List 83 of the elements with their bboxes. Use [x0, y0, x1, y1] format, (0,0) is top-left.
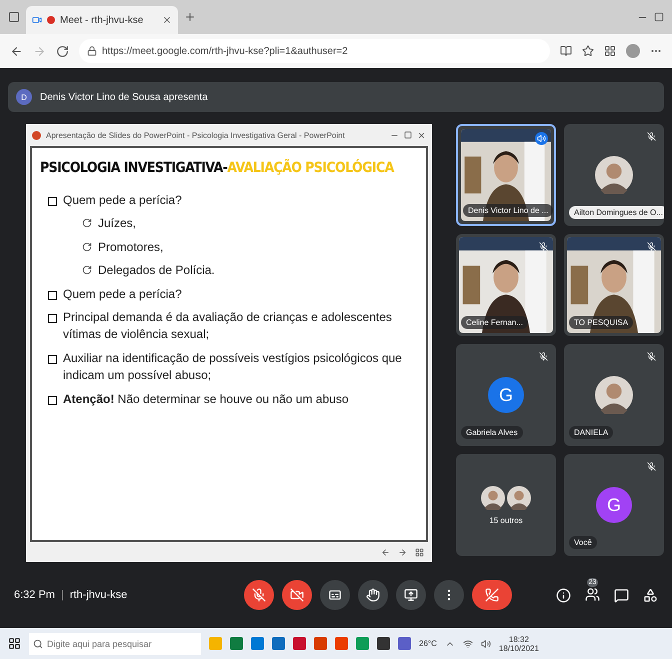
meet-icon: [32, 15, 42, 25]
captions-button[interactable]: [320, 580, 350, 610]
camera-button[interactable]: [282, 580, 312, 610]
restore-icon[interactable]: [654, 12, 664, 22]
volume-icon[interactable]: [480, 638, 491, 648]
arrow-bullet-icon: [82, 265, 92, 276]
weather-text: 26°C: [419, 639, 437, 648]
wifi-icon[interactable]: [462, 638, 473, 648]
slide-subtitle: AVALIAÇÃO PSICOLÓGICA: [227, 160, 394, 176]
back-icon[interactable]: [10, 44, 23, 58]
checkbox-bullet-icon: [48, 396, 57, 405]
powerpoint-icon: [32, 130, 41, 140]
participant-name: 15 outros: [489, 516, 523, 524]
browser-tab[interactable]: Meet - rth-jhvu-kse: [26, 6, 178, 34]
reload-icon[interactable]: [56, 44, 69, 58]
checkbox-bullet-icon: [48, 314, 57, 323]
present-screen-icon: [404, 588, 418, 602]
hang-up-icon: [485, 588, 499, 602]
bullet-text: Promotores,: [98, 238, 164, 256]
search-icon: [33, 638, 43, 648]
presenter-avatar: D: [16, 89, 32, 105]
chat-button[interactable]: [614, 588, 629, 602]
camera-off-icon: [290, 588, 304, 602]
participant-name: TO PESQUISA: [569, 316, 634, 329]
bullet-text: Quem pede a perícia?: [63, 192, 182, 209]
arrow-bullet-icon: [82, 218, 92, 228]
checkbox-bullet-icon: [48, 290, 57, 300]
close-icon[interactable]: [162, 15, 172, 25]
view-icon[interactable]: [415, 548, 424, 556]
next-slide-icon[interactable]: [398, 548, 407, 556]
participant-name: Ailton Domingues de O...: [569, 206, 664, 219]
bullet-text: Principal demanda é da avaliação de crianças e adolescentes vítimas de violência sexual;: [63, 308, 393, 344]
recording-dot-icon: [47, 16, 55, 24]
bullet-text: Atenção! Não determinar se houve ou não um abuso: [63, 390, 348, 408]
separator: |: [60, 589, 64, 601]
participant-avatar: [507, 486, 531, 510]
leave-call-button[interactable]: [472, 580, 512, 610]
search-field[interactable]: Digite aqui para pesquisar: [43, 632, 201, 654]
reader-icon[interactable]: [560, 45, 572, 57]
participant-avatar: G: [488, 377, 524, 413]
participant-avatar: G: [596, 487, 632, 523]
microphone-off-icon: [252, 588, 266, 602]
raise-hand-button[interactable]: [358, 580, 388, 610]
tab-title: Meet - rth-jhvu-kse: [60, 14, 144, 26]
present-button[interactable]: [396, 580, 426, 610]
clock-time: 18:32: [508, 634, 529, 644]
captions-icon: [328, 588, 342, 602]
participant-avatar: [481, 486, 505, 510]
hand-icon: [366, 588, 380, 602]
participant-name: Denis Victor Lino de ...: [463, 204, 554, 217]
bullet-text: Juízes,: [98, 215, 136, 232]
profile-icon[interactable]: [626, 44, 640, 58]
address-bar[interactable]: https://meet.google.com/rth-jhvu-kse?pli=1&authuser=2: [79, 39, 550, 63]
arrow-bullet-icon: [82, 242, 92, 252]
close-icon[interactable]: [417, 130, 426, 140]
slide-title: PSICOLOGIA INVESTIGATIVA-: [40, 160, 228, 176]
favorite-icon[interactable]: [582, 45, 594, 57]
windows-icon[interactable]: [8, 637, 21, 650]
previous-slide-icon[interactable]: [381, 548, 390, 556]
microphone-button[interactable]: [244, 580, 274, 610]
participant-avatar: [595, 376, 633, 414]
collections-icon[interactable]: [604, 45, 616, 57]
bullet-text: Auxiliar na identificação de possíveis vestígios psicológicos que indicam um possível abuso;: [63, 350, 403, 384]
lock-icon: [87, 46, 97, 56]
bullet-text: Delegados de Polícia.: [98, 262, 215, 280]
participant-avatar: [595, 156, 633, 194]
maximize-icon[interactable]: [404, 131, 412, 139]
checkbox-bullet-icon: [48, 354, 57, 364]
window-title: Apresentação de Slides do PowerPoint - Psicologia Investigativa Geral - PowerPoint: [46, 130, 346, 140]
participant-name: Gabriela Alves: [461, 426, 523, 439]
meeting-time: 6:32 Pm: [14, 589, 55, 601]
bullet-text: Quem pede a perícia?: [63, 286, 182, 303]
activities-button[interactable]: [643, 588, 658, 602]
info-button[interactable]: [556, 588, 571, 602]
clock-date: 18/10/2021: [498, 644, 539, 652]
participant-name: DANIELA: [569, 426, 614, 439]
presenter-text: Denis Victor Lino de Sousa apresenta: [40, 92, 208, 102]
participant-name: Celine Fernan...: [461, 316, 528, 329]
checkbox-bullet-icon: [48, 197, 57, 206]
tab-actions-icon[interactable]: [8, 11, 20, 23]
meeting-code: rth-jhvu-kse: [70, 589, 128, 601]
new-tab-icon[interactable]: [184, 11, 196, 23]
participant-name: Você: [569, 536, 597, 549]
